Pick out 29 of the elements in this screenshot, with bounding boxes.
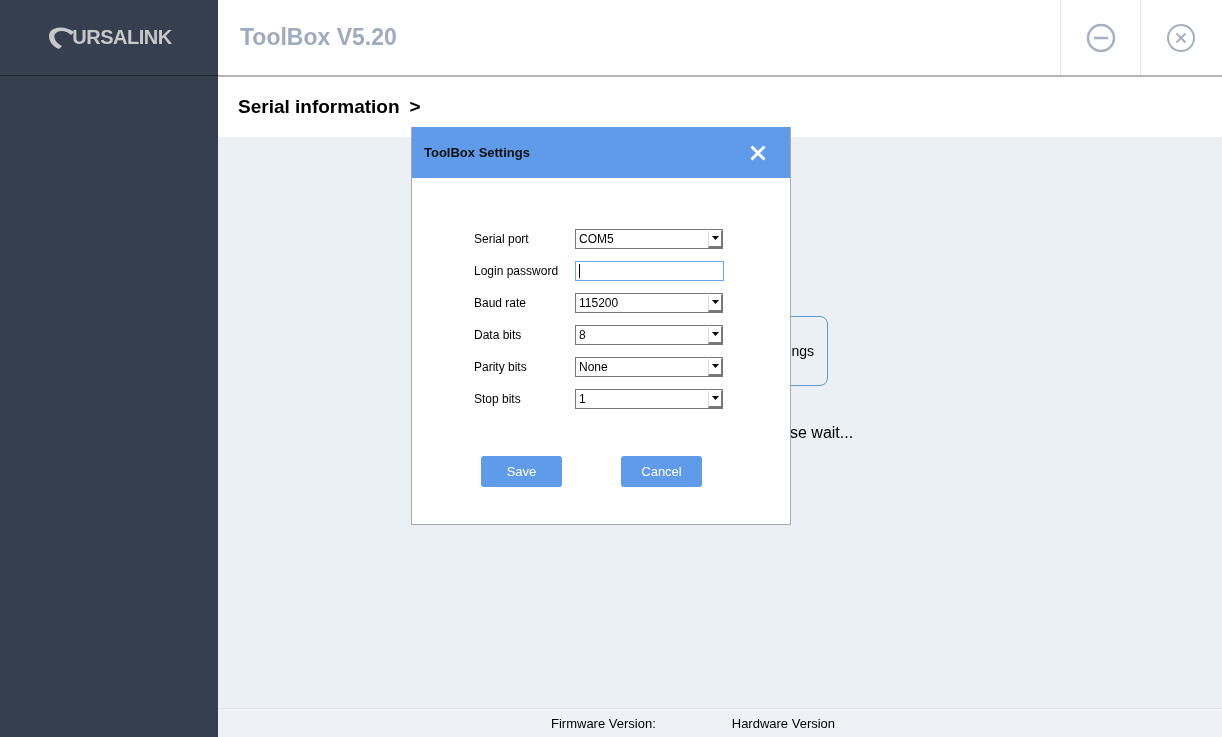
field-label: Stop bits	[474, 392, 522, 406]
dialog-title: ToolBox Settings	[424, 145, 530, 160]
dropdown-field[interactable]: COM5	[575, 229, 723, 249]
firmware-version-label: Firmware Version:	[551, 715, 656, 731]
hardware-version-label: Hardware Version	[731, 715, 836, 731]
field-label: Serial port	[474, 232, 530, 246]
dropdown-arrow-icon	[708, 358, 722, 376]
field-label: Data bits	[474, 328, 523, 342]
app-title: ToolBox V5.20	[240, 24, 397, 51]
dropdown-arrow-icon	[708, 230, 722, 248]
dropdown-field[interactable]: 1	[575, 389, 723, 409]
minus-circle-icon	[1085, 22, 1116, 53]
dropdown-field[interactable]: 8	[575, 325, 723, 345]
chevron: >	[409, 96, 421, 118]
dropdown-arrow-icon	[708, 390, 722, 408]
dropdown-arrow-icon	[708, 294, 722, 312]
password-field[interactable]	[575, 261, 724, 281]
field-label: Login password	[474, 264, 560, 278]
status-text: se wait...	[790, 424, 855, 442]
logo-text: URSALINK	[72, 26, 172, 49]
dialog-close-button[interactable]	[748, 142, 768, 163]
field-label: Baud rate	[474, 296, 528, 310]
dropdown-arrow-icon	[708, 326, 722, 344]
page-title: Serial information	[238, 96, 400, 118]
dropdown-field[interactable]: None	[575, 357, 723, 377]
close-icon	[750, 144, 766, 161]
field-label: Parity bits	[474, 360, 528, 374]
close-icon	[1165, 22, 1196, 53]
dropdown-field[interactable]: 115200	[575, 293, 723, 313]
